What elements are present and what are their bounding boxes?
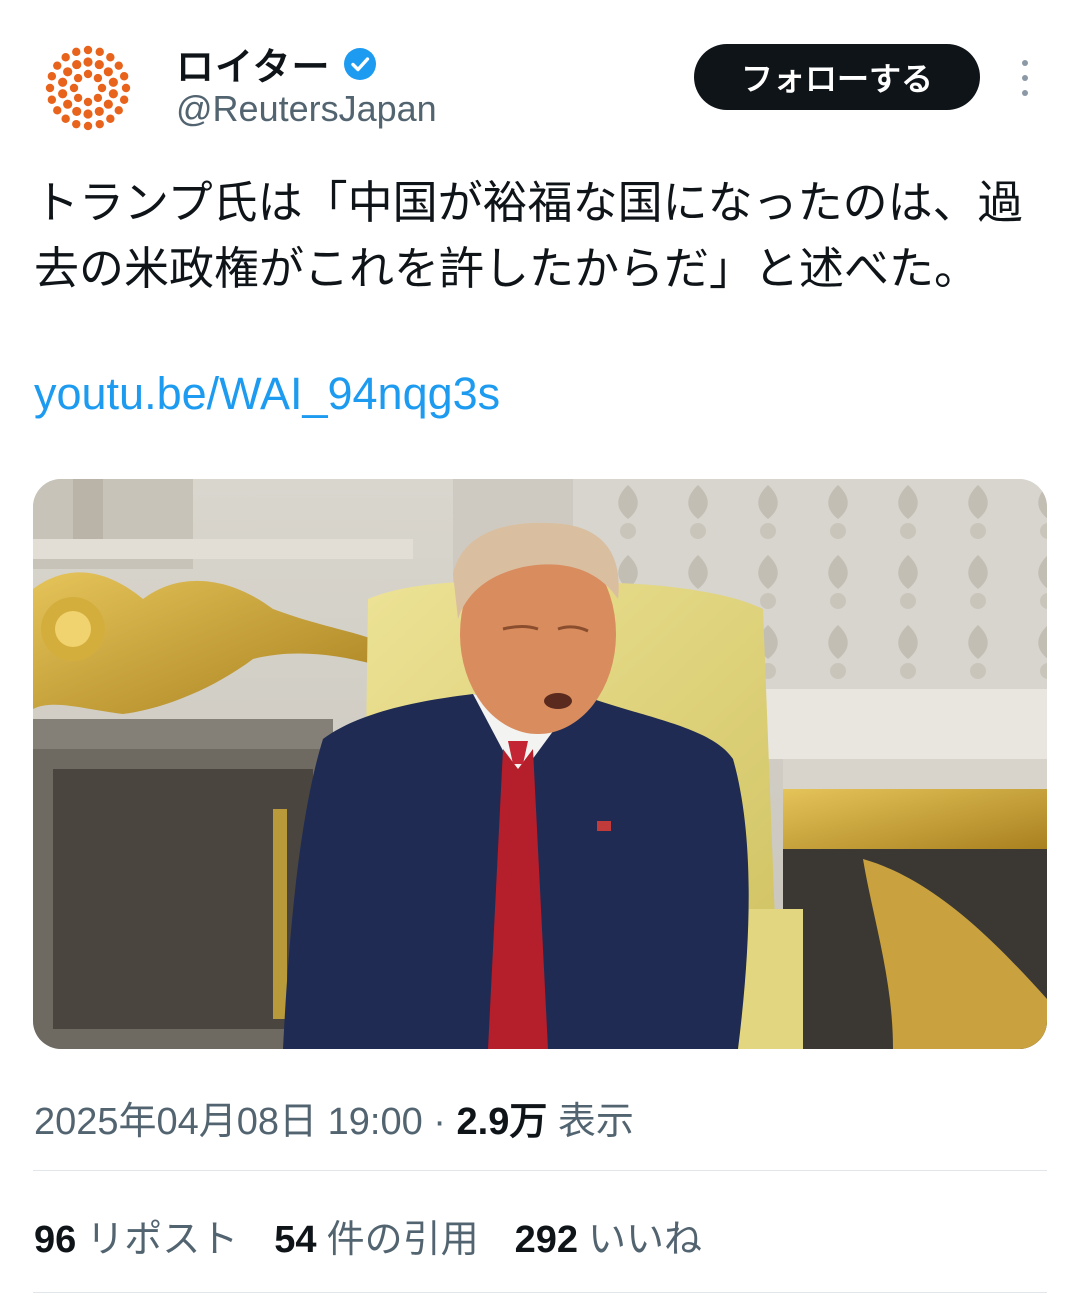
tweet-timestamp[interactable]: 2025年04月08日 19:00 (34, 1101, 423, 1143)
photo (33, 479, 1047, 1049)
tweet-meta: 2025年04月08日 19:00 · 2.9万 表示 (34, 1090, 634, 1145)
reposts-stat[interactable]: 96 リポスト (34, 1208, 238, 1263)
likes-stat[interactable]: 292 いいね (515, 1208, 702, 1263)
more-vertical-icon (1022, 60, 1028, 66)
likes-label: いいね (588, 1219, 703, 1261)
more-options-button[interactable] (1010, 56, 1040, 100)
reposts-label: リポスト (86, 1219, 239, 1261)
quotes-label: 件の引用 (326, 1219, 479, 1261)
tweet-text: トランプ氏は「中国が裕福な国になったのは、過去の米政権がこれを許したからだ」と述… (34, 176, 1023, 295)
divider (33, 1170, 1047, 1171)
views-label: 表示 (557, 1101, 634, 1143)
tweet-stats: 96 リポスト 54 件の引用 292 いいね (34, 1208, 702, 1263)
author-avatar[interactable] (40, 40, 136, 136)
reposts-count: 96 (34, 1219, 77, 1261)
verified-badge-icon (344, 47, 377, 80)
divider (33, 1292, 1047, 1293)
follow-button[interactable]: フォローする (694, 44, 980, 110)
quotes-count: 54 (274, 1219, 317, 1261)
meta-separator: · (433, 1101, 446, 1143)
author-name-row[interactable]: ロイター (176, 36, 378, 91)
likes-count: 292 (514, 1219, 578, 1261)
author-handle[interactable]: @ReutersJapan (176, 88, 437, 130)
tweet-media-image[interactable] (33, 479, 1047, 1049)
author-display-name[interactable]: ロイター (176, 36, 330, 91)
quotes-stat[interactable]: 54 件の引用 (274, 1208, 478, 1263)
reuters-logo-icon (45, 45, 131, 131)
tweet-link[interactable]: youtu.be/WAI_94nqg3s (34, 368, 500, 420)
views-count: 2.9万 (456, 1101, 548, 1143)
